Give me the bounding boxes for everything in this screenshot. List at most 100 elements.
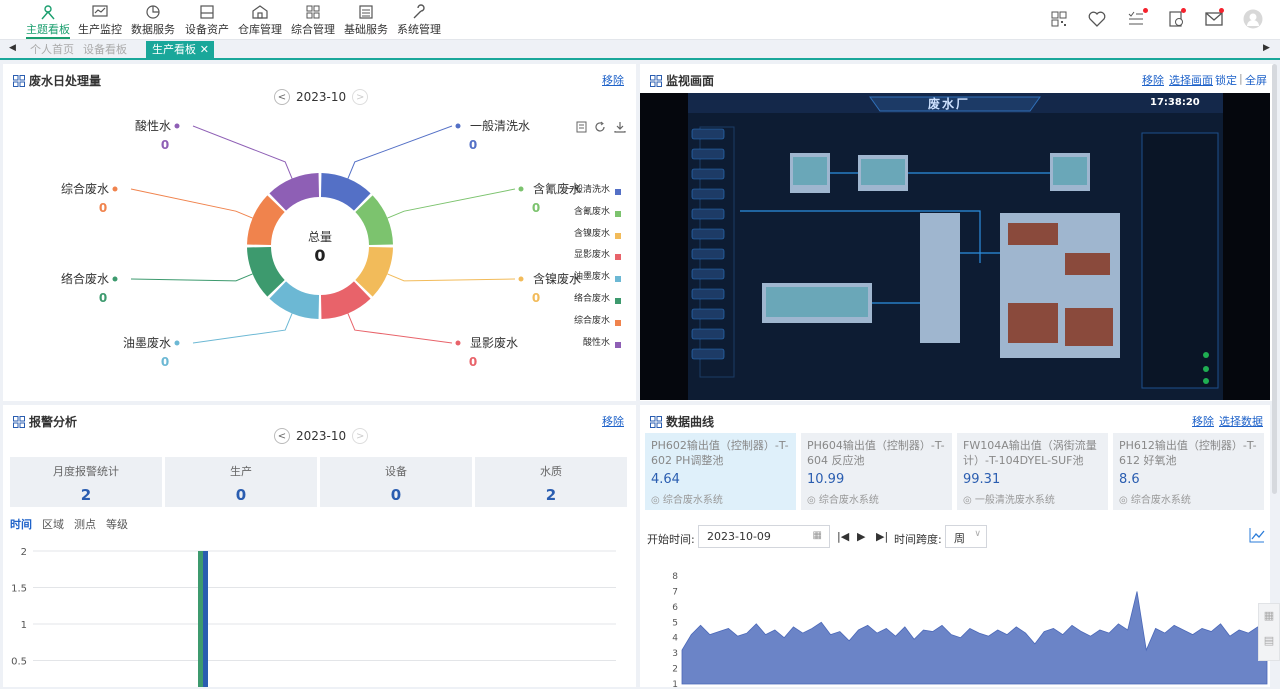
card-value: 8.6 [1119,472,1140,487]
legend-item[interactable]: 络合废水 [563,291,621,307]
subtab-area[interactable]: 区域 [42,516,64,532]
date-picker: < 2023-10 > [268,428,374,444]
leader-line [192,125,293,179]
nav-theme-board[interactable]: 主题看板 [26,0,70,40]
legend-label: 显影废水 [573,250,610,261]
center-value: 0 [314,246,326,265]
play-icon[interactable]: ▶ [857,530,865,543]
legend-swatch [615,254,621,261]
tab-scroll-left[interactable]: ◀ [9,43,16,53]
qr-code-icon[interactable] [1049,9,1069,29]
grid-icon [306,5,320,19]
plant-monitor-screen[interactable]: 废水厂 17:38:20 [640,93,1270,400]
panel-title: 监视画面 [650,72,714,89]
pie-icon [146,5,160,19]
y-tick-label: 7 [672,587,678,597]
data-card[interactable]: PH602输出值（控制器）-T-602 PH调整池 4.64 ◎ 综合废水系统 [645,433,796,510]
page-scrollbar[interactable] [1272,64,1277,494]
nav-label: 仓库管理 [238,23,282,36]
legend-item[interactable]: 综合废水 [563,313,621,329]
notification-dot [1181,8,1186,13]
card-title: PH604输出值（控制器）-T-604 反应池 [807,439,945,467]
slice-value: 0 [99,291,107,305]
legend-item[interactable]: 油墨废水 [563,269,621,285]
select-screen-link[interactable]: 选择画面 [1169,72,1213,88]
alarm-bar[interactable] [198,551,203,687]
fullscreen-link[interactable]: 全屏 [1245,72,1267,88]
subtab-level[interactable]: 等级 [106,516,128,532]
select-data-link[interactable]: 选择数据 [1219,413,1263,429]
label-dot [455,123,461,129]
close-icon[interactable]: ✕ [200,41,209,59]
notification-dot [1143,8,1148,13]
nav-system-management[interactable]: 系统管理 [397,0,441,40]
stat-label: 设备 [385,465,407,478]
stat-value: 2 [80,486,92,504]
prev-period-icon[interactable]: |◀ [837,530,849,543]
nav-warehouse[interactable]: 仓库管理 [238,0,282,40]
y-tick-label: 4 [672,634,678,644]
legend-label: 酸性水 [582,337,610,348]
next-period-icon[interactable]: ▶| [876,530,888,543]
slice-value: 0 [99,201,107,215]
legend-label: 综合废水 [573,315,610,326]
location-icon: ◎ [651,495,663,506]
tab-scroll-right[interactable]: ▶ [1263,43,1270,53]
nav-device-assets[interactable]: 设备资产 [185,0,229,40]
nav-production-monitor[interactable]: 生产监控 [78,0,122,40]
tab-device-board[interactable]: 设备看板 [77,42,133,58]
remove-link[interactable]: 移除 [1192,413,1214,429]
alarm-bar[interactable] [203,551,208,687]
start-date-value: 2023-10-09 [707,530,771,543]
calendar-icon[interactable]: ▦ [813,530,822,541]
card-title: FW104A输出值（涡街流量计）-T-104DYEL-SUF池 [963,439,1097,467]
nav-data-service[interactable]: 数据服务 [131,0,175,40]
time-span-select[interactable]: 周 ∨ [945,525,987,548]
document-icon[interactable]: ▤ [1259,634,1279,647]
tab-personal-home[interactable]: 个人首页 [24,42,80,58]
y-tick-label: 5 [672,618,678,628]
legend-item[interactable]: 一般清洗水 [563,182,621,198]
avatar[interactable] [1243,9,1263,29]
nav-general-management[interactable]: 综合管理 [291,0,335,40]
lock-link[interactable]: 锁定 [1215,72,1237,88]
stat-monthly: 月度报警统计 2 [10,457,162,507]
system-name: 综合废水系统 [818,495,879,506]
legend-item[interactable]: 酸性水 [563,335,621,351]
data-card[interactable]: FW104A输出值（涡街流量计）-T-104DYEL-SUF池 99.31 ◎ … [957,433,1108,510]
start-date-input[interactable]: 2023-10-09 ▦ [698,525,830,548]
slice-label: 油墨废水 [123,335,171,350]
y-tick-label: 1 [672,680,678,689]
nav-label: 基础服务 [344,23,388,36]
slice-value: 0 [469,138,477,152]
data-card[interactable]: PH604输出值（控制器）-T-604 反应池 10.99 ◎ 综合废水系统 [801,433,952,510]
time-span-label: 时间跨度: [894,533,942,546]
slice-label: 显影废水 [470,335,518,350]
system-name: 一般清洗废水系统 [974,495,1055,506]
next-month-button[interactable]: > [352,428,369,444]
tab-label: 生产看板 [152,43,196,56]
tab-production-board[interactable]: 生产看板 ✕ [146,41,214,59]
subtab-point[interactable]: 测点 [74,516,96,532]
remove-link[interactable]: 移除 [1142,72,1164,88]
legend-item[interactable]: 显影废水 [563,247,621,263]
heart-icon[interactable] [1087,9,1107,29]
legend-swatch [615,210,621,217]
panel-title: 报警分析 [13,413,77,430]
line-chart-icon[interactable] [1249,527,1265,543]
qr-code-icon[interactable]: ▦ [1259,609,1279,622]
remove-link[interactable]: 移除 [602,413,624,429]
card-value: 10.99 [807,472,845,487]
grid-icon [650,415,662,428]
prev-month-button[interactable]: < [274,428,290,444]
nav-label: 设备资产 [185,23,229,36]
slice-value: 0 [532,201,540,215]
legend-swatch [615,276,621,283]
legend-item[interactable]: 含镍废水 [563,226,621,242]
notification-dot [1219,8,1224,13]
nav-basic-service[interactable]: 基础服务 [344,0,388,40]
legend-item[interactable]: 含氰废水 [563,204,621,220]
data-card[interactable]: PH612输出值（控制器）-T-612 好氧池 8.6 ◎ 综合废水系统 [1113,433,1264,510]
subtab-time[interactable]: 时间 [10,516,32,532]
slice-label: 络合废水 [61,271,109,286]
